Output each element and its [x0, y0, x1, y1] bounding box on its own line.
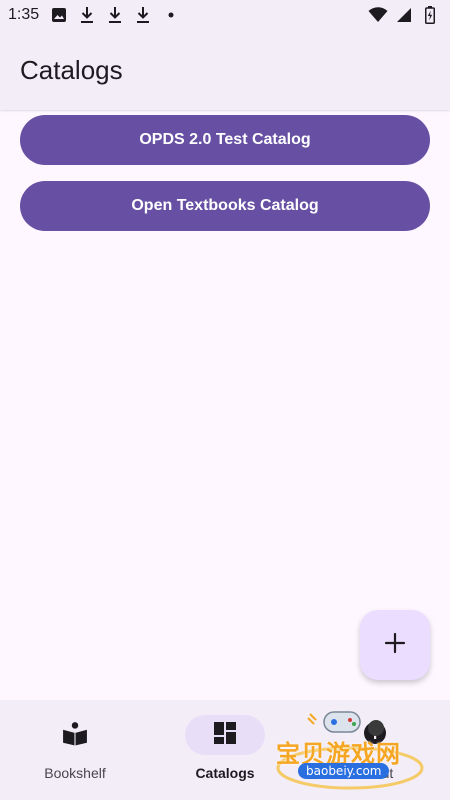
nav-indicator [35, 715, 115, 755]
system-icons [368, 5, 440, 25]
cell-signal-icon [394, 5, 414, 25]
book-reader-icon [62, 720, 88, 751]
catalog-button-opds-test[interactable]: OPDS 2.0 Test Catalog [20, 115, 430, 165]
notification-icons [49, 5, 181, 25]
dot-icon [161, 5, 181, 25]
download-icon [133, 5, 153, 25]
image-icon [49, 5, 69, 25]
wifi-icon [368, 5, 388, 25]
info-icon [363, 721, 387, 750]
page-title: Catalogs [20, 54, 123, 85]
top-app-bar: Catalogs [0, 30, 450, 110]
nav-indicator [335, 715, 415, 755]
download-icon [77, 5, 97, 25]
nav-indicator-active [185, 715, 265, 755]
nav-item-bookshelf[interactable]: Bookshelf [0, 700, 150, 800]
nav-item-about[interactable]: About [300, 700, 450, 800]
add-catalog-button[interactable] [360, 610, 430, 680]
bottom-navigation: Bookshelf Catalogs About [0, 700, 450, 800]
download-icon [105, 5, 125, 25]
nav-label-bookshelf: Bookshelf [44, 765, 106, 781]
nav-label-about: About [356, 765, 394, 781]
nav-item-catalogs[interactable]: Catalogs [150, 700, 300, 800]
catalog-button-open-textbooks[interactable]: Open Textbooks Catalog [20, 181, 430, 231]
status-bar: 1:35 [0, 0, 450, 30]
nav-label-catalogs: Catalogs [195, 765, 255, 781]
battery-icon [420, 5, 440, 25]
status-time: 1:35 [8, 6, 40, 23]
plus-icon [384, 632, 406, 659]
dashboard-icon [213, 721, 237, 750]
